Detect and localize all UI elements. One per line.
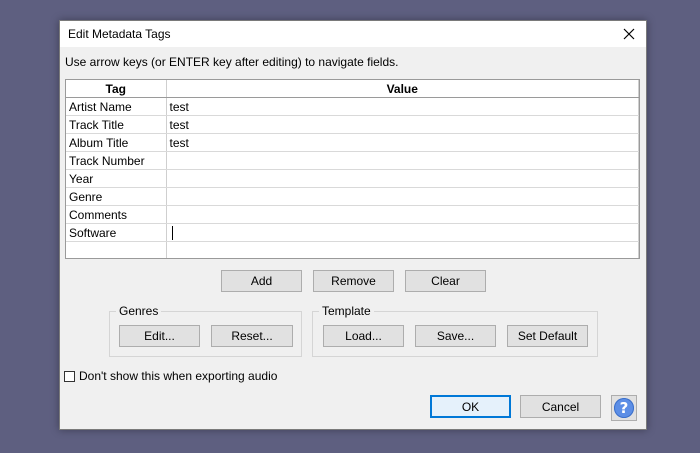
value-cell[interactable] (166, 169, 639, 188)
tag-cell[interactable]: Album Title (66, 133, 167, 152)
value-cell[interactable] (166, 187, 639, 206)
column-header-tag: Tag (66, 80, 167, 98)
dont-show-label: Don't show this when exporting audio (79, 369, 278, 383)
close-button[interactable] (612, 21, 646, 47)
dont-show-checkbox[interactable] (64, 370, 75, 382)
value-cell[interactable] (166, 241, 639, 258)
genres-reset-button[interactable]: Reset... (211, 325, 293, 347)
table-row: Track Number (66, 151, 639, 170)
table-header-row: Tag Value (66, 80, 639, 98)
remove-button[interactable]: Remove (313, 270, 394, 292)
tag-cell[interactable]: Track Number (66, 151, 167, 170)
value-cell[interactable]: test (166, 133, 639, 152)
table-row: Track Title test (66, 115, 639, 134)
instructions-text: Use arrow keys (or ENTER key after editi… (65, 55, 399, 69)
metadata-grid: Tag Value Artist Name test Track Title t… (65, 79, 640, 259)
genres-group-label: Genres (116, 304, 162, 318)
value-cell[interactable]: test (166, 115, 639, 134)
tag-cell[interactable]: Track Title (66, 115, 167, 134)
column-header-value: Value (166, 80, 639, 98)
tag-cell[interactable]: Comments (66, 205, 167, 224)
table-row: Comments (66, 205, 639, 224)
table-row (66, 241, 639, 258)
template-save-button[interactable]: Save... (415, 325, 496, 347)
clear-button[interactable]: Clear (405, 270, 486, 292)
value-cell-editing[interactable] (166, 223, 639, 242)
add-button[interactable]: Add (221, 270, 302, 292)
text-caret (171, 225, 173, 240)
close-icon (623, 28, 635, 40)
value-cell[interactable]: test (166, 97, 639, 116)
table-row: Album Title test (66, 133, 639, 152)
dont-show-option[interactable]: Don't show this when exporting audio (64, 369, 277, 383)
help-button[interactable]: ? (611, 395, 637, 421)
template-load-button[interactable]: Load... (323, 325, 404, 347)
tag-cell[interactable]: Software (66, 223, 167, 242)
table-row: Software (66, 223, 639, 242)
table-row: Year (66, 169, 639, 188)
edit-metadata-dialog: Edit Metadata Tags Use arrow keys (or EN… (59, 20, 647, 430)
window-title: Edit Metadata Tags (68, 27, 171, 41)
help-icon: ? (614, 398, 634, 418)
genres-edit-button[interactable]: Edit... (119, 325, 200, 347)
value-cell[interactable] (166, 205, 639, 224)
value-cell[interactable] (166, 151, 639, 170)
template-set-default-button[interactable]: Set Default (507, 325, 588, 347)
tag-cell[interactable]: Year (66, 169, 167, 188)
table-row: Genre (66, 187, 639, 206)
table-row: Artist Name test (66, 97, 639, 116)
title-bar: Edit Metadata Tags (60, 21, 646, 47)
tag-cell[interactable]: Genre (66, 187, 167, 206)
tag-cell[interactable] (66, 241, 167, 258)
tag-cell[interactable]: Artist Name (66, 97, 167, 116)
metadata-table: Tag Value Artist Name test Track Title t… (66, 80, 639, 258)
template-group-label: Template (319, 304, 374, 318)
cancel-button[interactable]: Cancel (520, 395, 601, 418)
ok-button[interactable]: OK (430, 395, 511, 418)
